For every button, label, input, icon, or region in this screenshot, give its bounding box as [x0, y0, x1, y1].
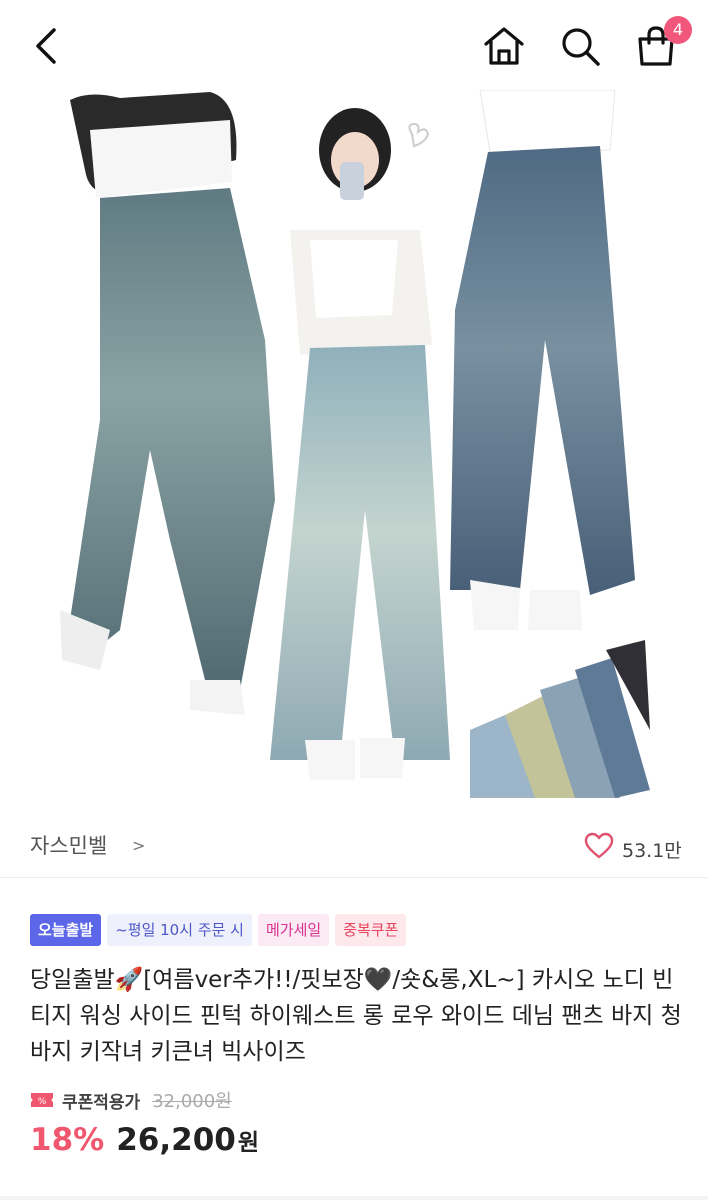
- product-image[interactable]: [0, 90, 708, 798]
- cart-count-badge: 4: [664, 16, 692, 44]
- section-divider: [0, 1196, 708, 1200]
- today-shipping-badge: 오늘출발: [30, 914, 102, 946]
- sale-price: 26,200: [116, 1122, 236, 1158]
- top-bar: 4: [0, 0, 708, 90]
- model-photo-icon: [60, 90, 650, 798]
- badge-row: 오늘출발 ~평일 10시 주문 시 메가세일 중복쿠폰: [30, 914, 407, 946]
- like-count: 53.1만: [622, 840, 682, 862]
- mega-sale-badge: 메가세일: [257, 914, 330, 946]
- home-icon[interactable]: [482, 24, 526, 68]
- seller-name[interactable]: 자스민벨: [30, 830, 107, 860]
- coupon-icon: %: [30, 1090, 54, 1110]
- chevron-right-icon[interactable]: >: [132, 836, 145, 855]
- heart-icon[interactable]: [584, 832, 614, 860]
- coupon-price-row: % 쿠폰적용가 32,000원: [30, 1086, 232, 1114]
- back-arrow-icon[interactable]: [28, 24, 68, 68]
- product-title: 당일출발🚀[여름ver추가!!/핏보장🖤/숏&롱,XL~] 카시오 노디 빈티지…: [30, 967, 682, 1065]
- price-unit: 원: [237, 1130, 260, 1156]
- coupon-badge: 중복쿠폰: [335, 914, 407, 946]
- svg-text:%: %: [38, 1097, 47, 1107]
- order-time-badge: ~평일 10시 주문 시: [107, 914, 252, 946]
- discount-rate: 18%: [30, 1122, 105, 1158]
- coupon-price-label: 쿠폰적용가: [62, 1092, 141, 1113]
- seller-row[interactable]: 자스민벨 > 53.1만: [0, 808, 708, 878]
- original-price: 32,000원: [152, 1091, 232, 1112]
- price-row: 18% 26,200 원: [30, 1122, 259, 1166]
- search-icon[interactable]: [558, 24, 602, 68]
